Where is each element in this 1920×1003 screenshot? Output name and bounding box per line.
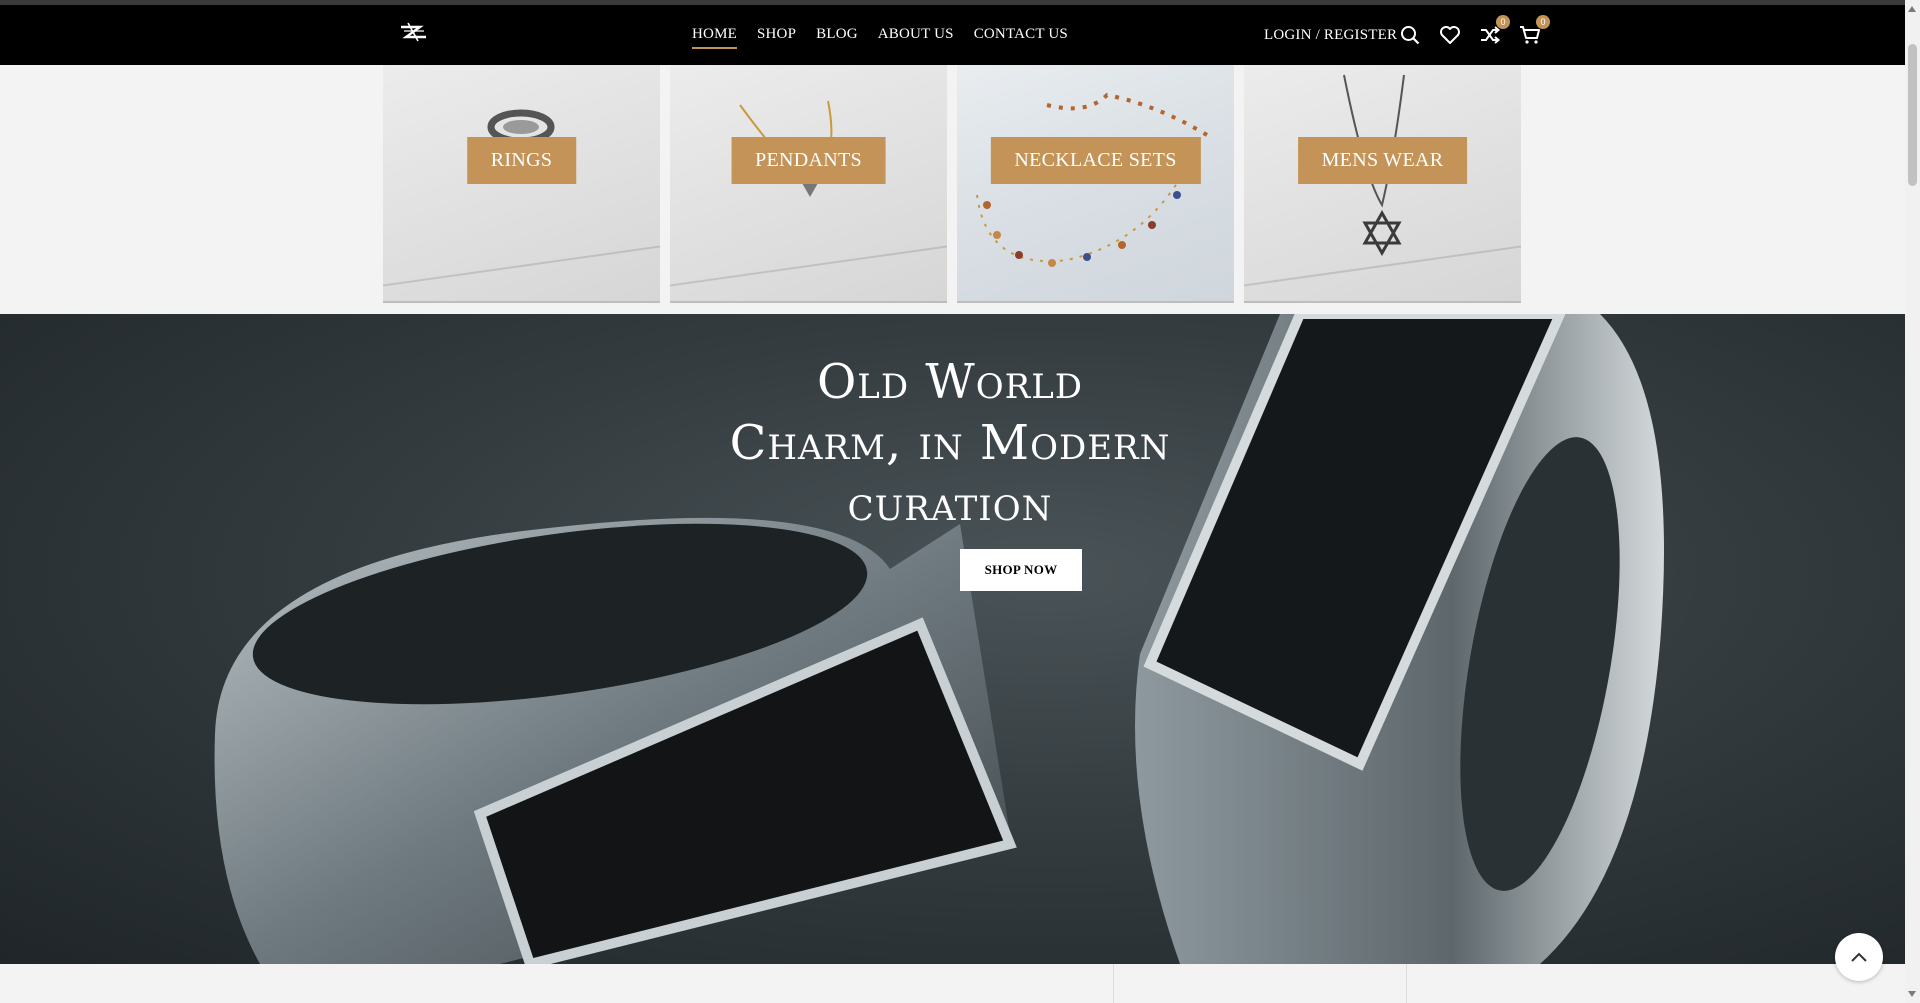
shuffle-icon[interactable]: 0 [1478, 15, 1510, 47]
chevron-up-icon [1851, 952, 1867, 962]
main-nav: HOME SHOP BLOG ABOUT US CONTACT US [692, 5, 1088, 65]
divider [1406, 964, 1407, 1003]
category-card-rings[interactable]: RINGS [383, 65, 660, 303]
login-register-link[interactable]: LOGIN / REGISTER [1264, 5, 1397, 65]
category-label[interactable]: RINGS [466, 137, 577, 184]
category-label[interactable]: MENS WEAR [1297, 137, 1468, 184]
site-header: HOME SHOP BLOG ABOUT US CONTACT US LOGIN… [0, 5, 1905, 65]
nav-contact-us[interactable]: CONTACT US [974, 26, 1068, 45]
category-label[interactable]: PENDANTS [731, 137, 886, 184]
category-grid: RINGS PENDANTS NECKLACE SETS MENS WEAR [383, 65, 1523, 303]
category-card-necklace-sets[interactable]: NECKLACE SETS [957, 65, 1234, 303]
category-card-mens-wear[interactable]: MENS WEAR [1244, 65, 1521, 303]
cart-count-badge: 0 [1536, 15, 1550, 29]
scroll-down-arrow[interactable] [1908, 991, 1916, 997]
page-scrollbar[interactable] [1905, 0, 1920, 1003]
hero-banner: Old World Charm, in Modern curation SHOP… [0, 314, 1905, 964]
next-section [0, 964, 1905, 1003]
hero-title-line: Old World [816, 354, 1084, 410]
category-label[interactable]: NECKLACE SETS [990, 137, 1201, 184]
search-icon[interactable] [1398, 23, 1422, 47]
divider [1113, 964, 1114, 1003]
compare-count-badge: 0 [1496, 15, 1510, 29]
hero-title-line: curation [847, 476, 1053, 532]
scrollbar-thumb[interactable] [1908, 44, 1917, 186]
heart-icon[interactable] [1438, 23, 1462, 47]
nav-home[interactable]: HOME [692, 26, 737, 49]
category-card-pendants[interactable]: PENDANTS [670, 65, 947, 303]
site-logo[interactable] [398, 19, 430, 45]
cart-icon[interactable]: 0 [1518, 15, 1550, 47]
nav-about-us[interactable]: ABOUT US [878, 26, 954, 45]
nav-blog[interactable]: BLOG [816, 26, 858, 45]
nav-shop[interactable]: SHOP [757, 26, 796, 45]
scroll-up-arrow[interactable] [1908, 6, 1916, 12]
hero-title: Old World Charm, in Modern curation [686, 352, 1214, 535]
hero-title-line: Charm, in Modern [729, 415, 1171, 471]
shop-now-button[interactable]: SHOP NOW [960, 549, 1082, 591]
scroll-to-top-button[interactable] [1835, 933, 1883, 981]
header-icons: 0 0 [1398, 5, 1558, 65]
